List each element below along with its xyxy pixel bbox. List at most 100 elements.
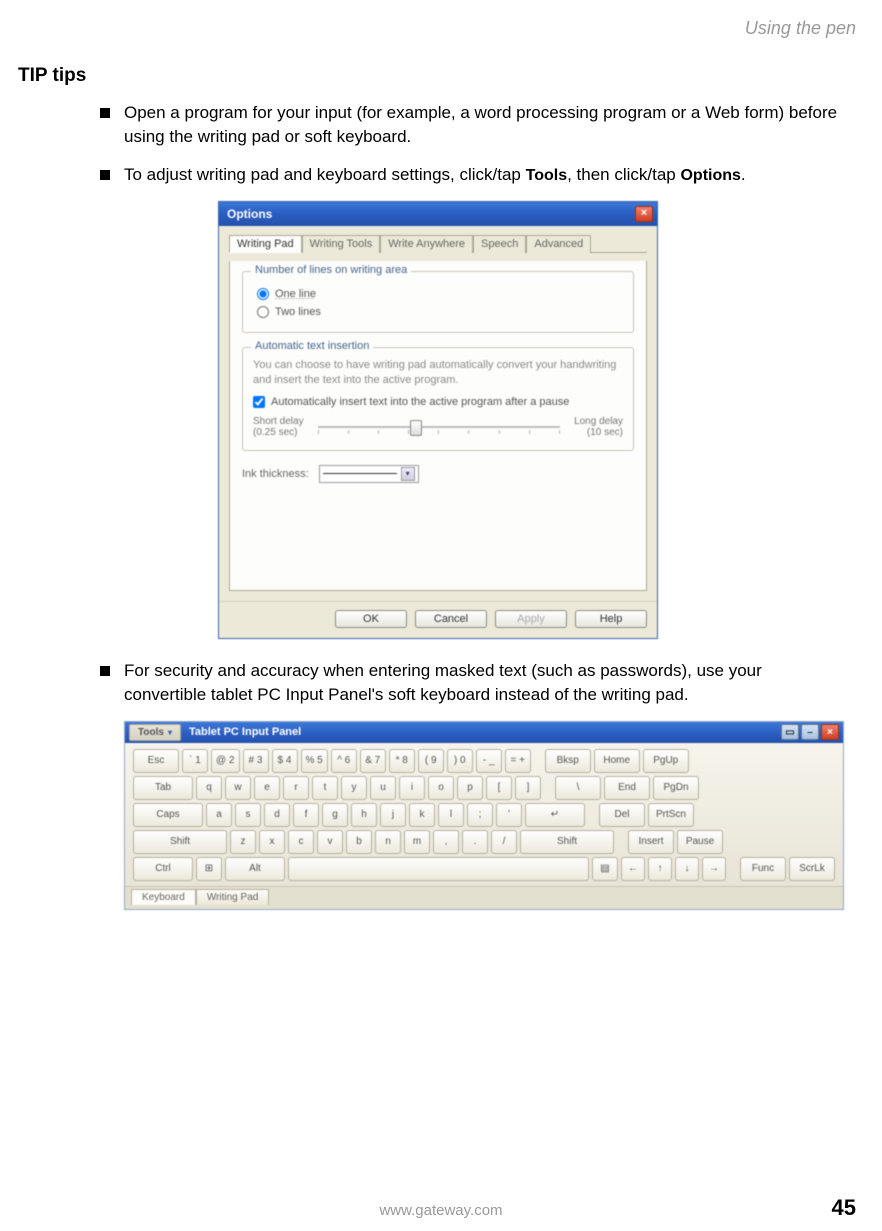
key-pgup[interactable]: PgUp	[643, 749, 689, 773]
close-icon[interactable]: ×	[821, 724, 839, 740]
key-equals[interactable]: = +	[505, 749, 531, 773]
key-bksp[interactable]: Bksp	[545, 749, 591, 773]
key-scrlk[interactable]: ScrLk	[789, 857, 835, 881]
key-u[interactable]: u	[370, 776, 396, 800]
key-insert[interactable]: Insert	[628, 830, 674, 854]
key-comma[interactable]: ,	[433, 830, 459, 854]
key-2[interactable]: @ 2	[211, 749, 240, 773]
key-l[interactable]: l	[438, 803, 464, 827]
key-home[interactable]: Home	[594, 749, 640, 773]
check-auto-insert-input[interactable]	[253, 396, 265, 408]
key-lbracket[interactable]: [	[486, 776, 512, 800]
key-up[interactable]: ↑	[648, 857, 672, 881]
key-menu[interactable]: ▤	[592, 857, 618, 881]
key-v[interactable]: v	[317, 830, 343, 854]
key-prtscn[interactable]: PrtScn	[648, 803, 694, 827]
help-button[interactable]: Help	[575, 610, 647, 628]
cancel-button[interactable]: Cancel	[415, 610, 487, 628]
input-panel-titlebar[interactable]: Tools ▾ Tablet PC Input Panel ▭ – ×	[125, 722, 843, 743]
key-i[interactable]: i	[399, 776, 425, 800]
key-rbracket[interactable]: ]	[515, 776, 541, 800]
key-alt[interactable]: Alt	[225, 857, 285, 881]
radio-two-lines[interactable]: Two lines	[257, 306, 623, 318]
key-8[interactable]: * 8	[389, 749, 415, 773]
key-o[interactable]: o	[428, 776, 454, 800]
apply-button[interactable]: Apply	[495, 610, 567, 628]
key-k[interactable]: k	[409, 803, 435, 827]
radio-two-lines-input[interactable]	[257, 306, 269, 318]
key-f[interactable]: f	[293, 803, 319, 827]
key-0[interactable]: ) 0	[447, 749, 473, 773]
key-9[interactable]: ( 9	[418, 749, 444, 773]
chevron-down-icon[interactable]: ▾	[401, 467, 415, 481]
group-auto-title: Automatic text insertion	[251, 340, 373, 352]
key-z[interactable]: z	[230, 830, 256, 854]
check-auto-insert[interactable]: Automatically insert text into the activ…	[253, 396, 623, 408]
key-a[interactable]: a	[206, 803, 232, 827]
key-5[interactable]: % 5	[301, 749, 328, 773]
key-7[interactable]: & 7	[360, 749, 386, 773]
key-x[interactable]: x	[259, 830, 285, 854]
key-b[interactable]: b	[346, 830, 372, 854]
tab-speech[interactable]: Speech	[473, 235, 526, 253]
key-space[interactable]	[288, 857, 589, 881]
key-period[interactable]: .	[462, 830, 488, 854]
key-w[interactable]: w	[225, 776, 251, 800]
key-r[interactable]: r	[283, 776, 309, 800]
key-pgdn[interactable]: PgDn	[653, 776, 699, 800]
key-minus[interactable]: - _	[476, 749, 502, 773]
key-c[interactable]: c	[288, 830, 314, 854]
key-6[interactable]: ^ 6	[331, 749, 357, 773]
key-3[interactable]: # 3	[243, 749, 269, 773]
key-func[interactable]: Func	[740, 857, 786, 881]
radio-one-line-input[interactable]	[257, 288, 269, 300]
tab-write-anywhere[interactable]: Write Anywhere	[380, 235, 473, 253]
key-q[interactable]: q	[196, 776, 222, 800]
key-down[interactable]: ↓	[675, 857, 699, 881]
key-p[interactable]: p	[457, 776, 483, 800]
key-left[interactable]: ←	[621, 857, 645, 881]
key-j[interactable]: j	[380, 803, 406, 827]
key-ctrl[interactable]: Ctrl	[133, 857, 193, 881]
close-icon[interactable]: ×	[635, 206, 653, 222]
key-quote[interactable]: '	[496, 803, 522, 827]
key-esc[interactable]: Esc	[133, 749, 179, 773]
key-y[interactable]: y	[341, 776, 367, 800]
key-pause[interactable]: Pause	[677, 830, 723, 854]
key-enter[interactable]: ↵	[525, 803, 585, 827]
key-e[interactable]: e	[254, 776, 280, 800]
dock-icon[interactable]: ▭	[781, 724, 799, 740]
key-right[interactable]: →	[702, 857, 726, 881]
key-slash[interactable]: /	[491, 830, 517, 854]
delay-slider[interactable]	[318, 426, 560, 428]
tab-writing-pad[interactable]: Writing Pad	[229, 235, 302, 253]
key-caps[interactable]: Caps	[133, 803, 203, 827]
key-t[interactable]: t	[312, 776, 338, 800]
key-win[interactable]: ⊞	[196, 857, 222, 881]
key-tab[interactable]: Tab	[133, 776, 193, 800]
tab-keyboard[interactable]: Keyboard	[131, 889, 196, 905]
tab-writing-pad[interactable]: Writing Pad	[196, 889, 270, 905]
key-end[interactable]: End	[604, 776, 650, 800]
tab-advanced[interactable]: Advanced	[526, 235, 591, 253]
key-1[interactable]: ` 1	[182, 749, 208, 773]
key-s[interactable]: s	[235, 803, 261, 827]
radio-one-line[interactable]: One line	[257, 288, 623, 300]
tools-menu[interactable]: Tools ▾	[129, 724, 181, 741]
key-g[interactable]: g	[322, 803, 348, 827]
ok-button[interactable]: OK	[335, 610, 407, 628]
ink-thickness-combo[interactable]: ▾	[319, 465, 419, 483]
key-n[interactable]: n	[375, 830, 401, 854]
key-lshift[interactable]: Shift	[133, 830, 227, 854]
tab-writing-tools[interactable]: Writing Tools	[302, 235, 381, 253]
key-backslash[interactable]: \	[555, 776, 601, 800]
key-4[interactable]: $ 4	[272, 749, 298, 773]
key-h[interactable]: h	[351, 803, 377, 827]
options-titlebar[interactable]: Options ×	[219, 202, 657, 226]
key-del[interactable]: Del	[599, 803, 645, 827]
key-m[interactable]: m	[404, 830, 430, 854]
key-rshift[interactable]: Shift	[520, 830, 614, 854]
key-d[interactable]: d	[264, 803, 290, 827]
minimize-icon[interactable]: –	[801, 724, 819, 740]
key-semicolon[interactable]: ;	[467, 803, 493, 827]
